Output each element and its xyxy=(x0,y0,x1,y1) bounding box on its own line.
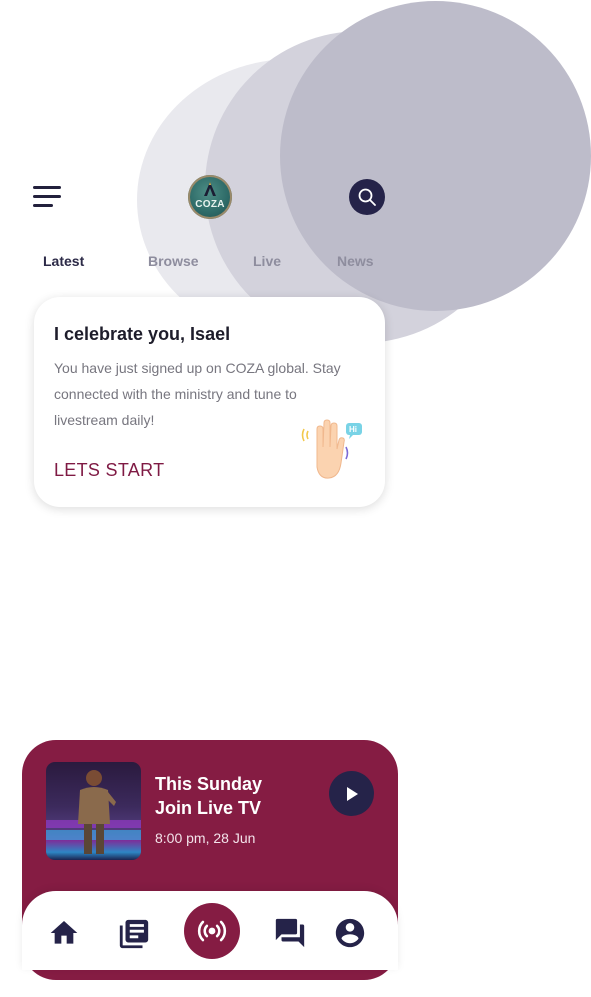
logo-mark-icon xyxy=(204,182,216,196)
search-button[interactable] xyxy=(349,179,385,215)
nav-library[interactable] xyxy=(116,917,152,951)
coza-logo[interactable]: COZA xyxy=(188,175,232,219)
live-card-title: This Sunday Join Live TV xyxy=(155,772,262,820)
live-broadcast-icon xyxy=(197,920,227,942)
play-button[interactable] xyxy=(329,771,374,816)
welcome-card: I celebrate you, Isael You have just sig… xyxy=(34,297,385,507)
nav-live[interactable] xyxy=(184,903,240,959)
decor-circle-right xyxy=(280,1,591,311)
live-title-line2: Join Live TV xyxy=(155,798,262,818)
tab-live[interactable]: Live xyxy=(253,253,281,269)
logo-text: COZA xyxy=(195,199,225,210)
preacher-thumbnail xyxy=(46,762,141,860)
nav-chat[interactable] xyxy=(272,915,308,951)
nav-profile[interactable] xyxy=(333,916,367,950)
tab-browse[interactable]: Browse xyxy=(148,253,199,269)
live-time: 8:00 pm, 28 Jun xyxy=(155,830,256,846)
search-icon xyxy=(358,188,376,206)
hamburger-menu-icon[interactable] xyxy=(33,186,61,208)
chat-icon xyxy=(275,918,305,948)
live-title-line1: This Sunday xyxy=(155,774,263,794)
tab-news[interactable]: News xyxy=(337,253,374,269)
lets-start-button[interactable]: LETS START xyxy=(54,460,164,481)
tab-latest[interactable]: Latest xyxy=(43,253,84,269)
hi-bubble-text: Hi xyxy=(349,425,357,434)
nav-home[interactable] xyxy=(48,916,80,950)
welcome-title: I celebrate you, Isael xyxy=(54,324,231,344)
bottom-navigation xyxy=(22,891,398,970)
play-icon xyxy=(346,786,358,801)
library-icon xyxy=(119,919,149,949)
account-circle-icon xyxy=(335,918,365,948)
waving-hand-icon: Hi xyxy=(301,419,362,479)
home-icon xyxy=(50,921,78,944)
